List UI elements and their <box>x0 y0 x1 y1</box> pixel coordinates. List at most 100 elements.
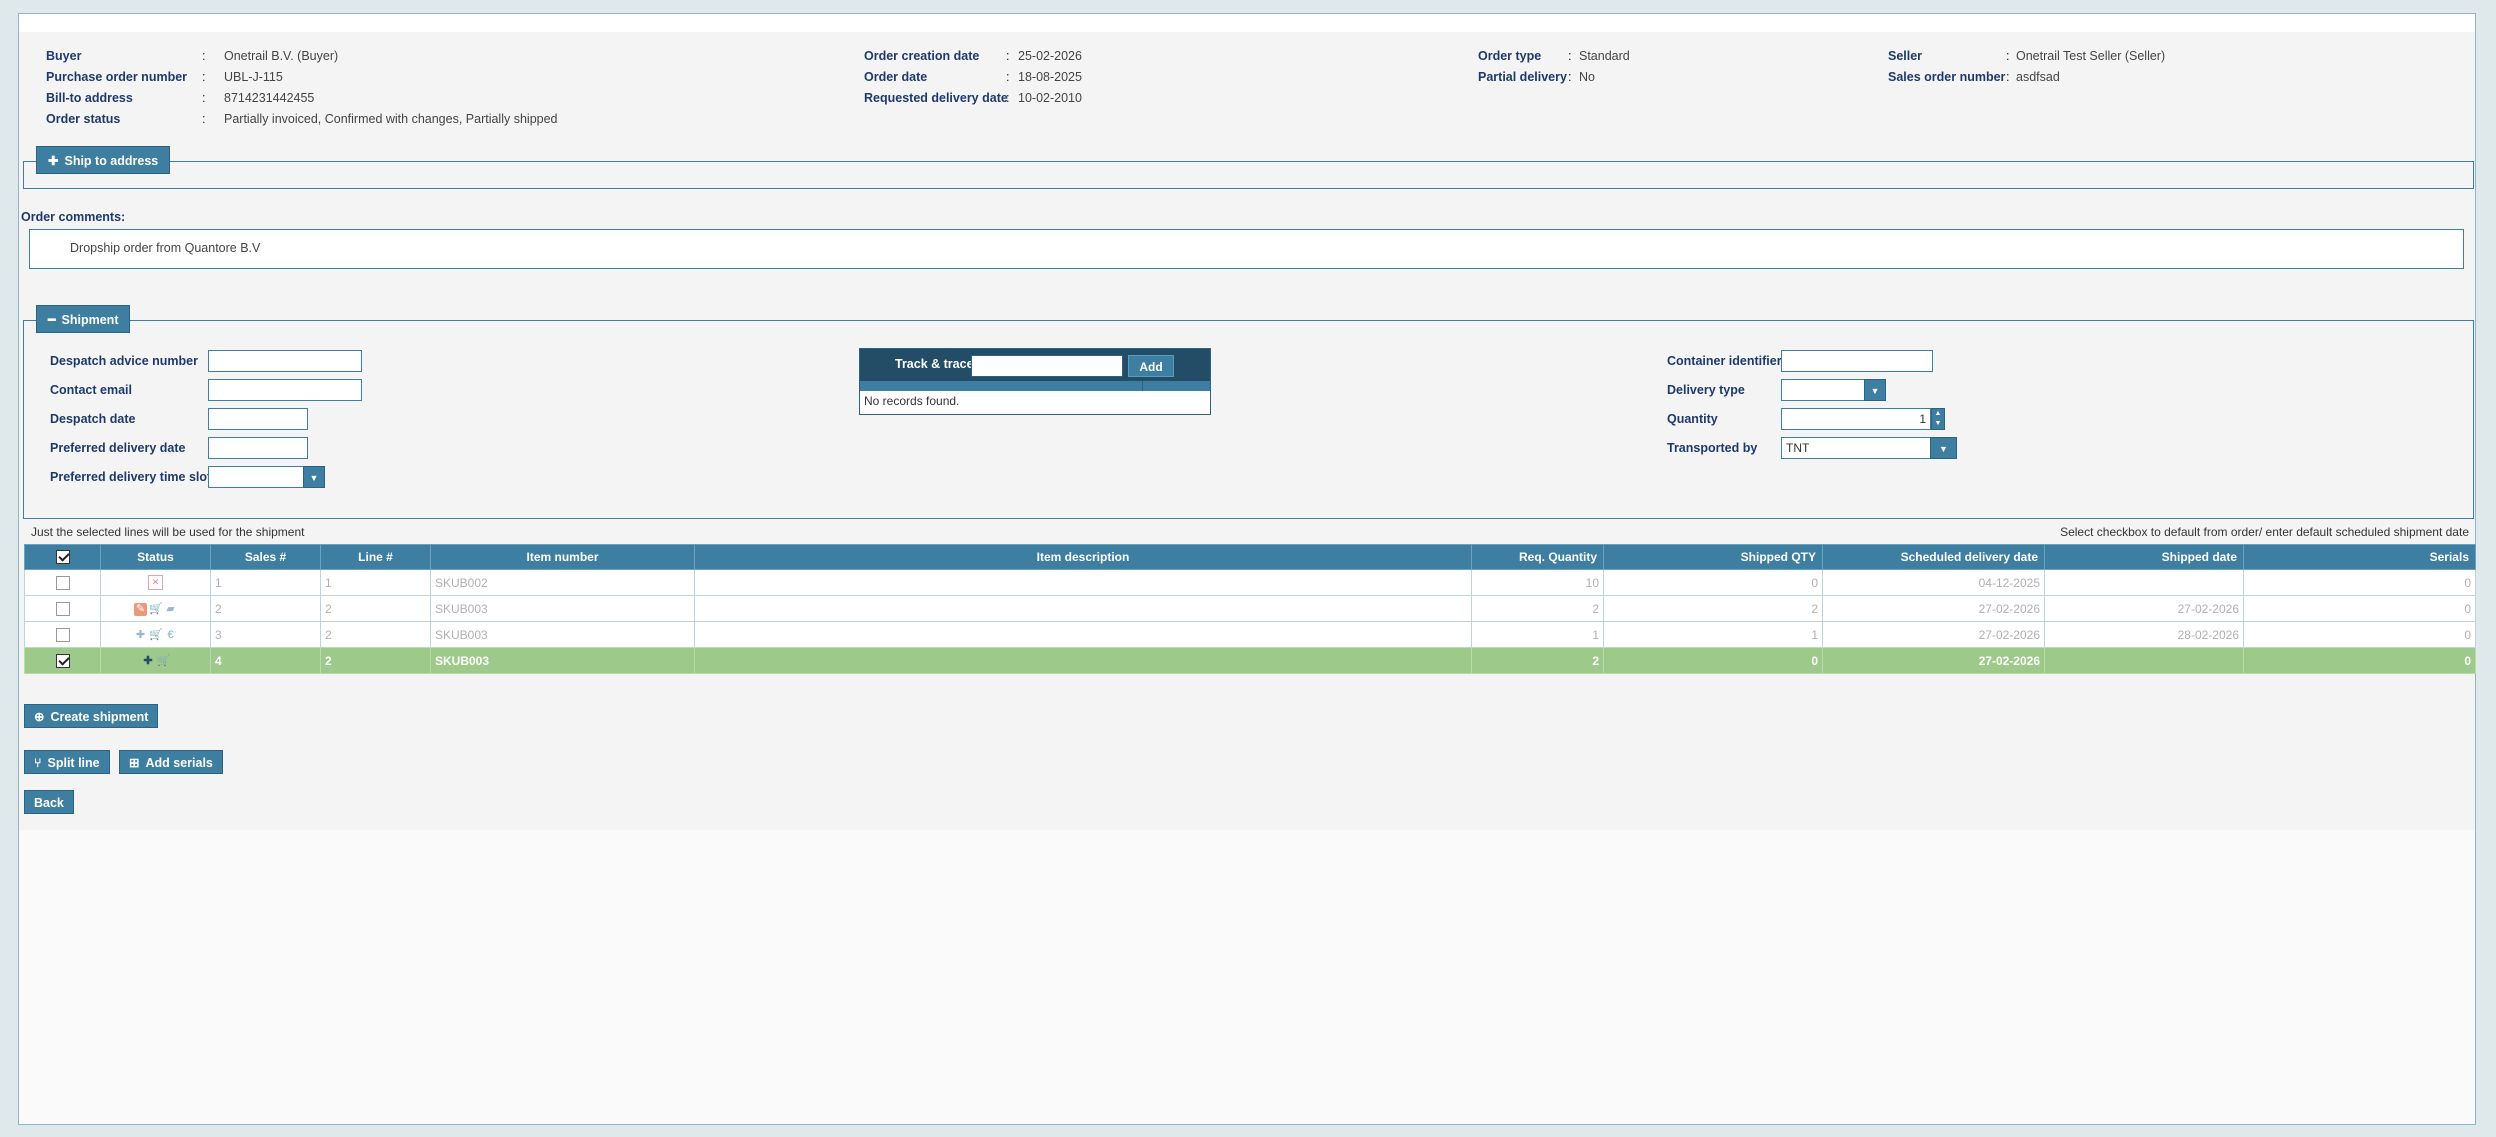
colon: : <box>2006 49 2010 63</box>
ship-to-label: Ship to address <box>64 154 159 168</box>
serials-header[interactable]: Serials <box>2243 544 2476 570</box>
despatch-advice-number-input[interactable] <box>208 350 362 372</box>
colon: : <box>1006 70 1010 84</box>
item-number-cell: SKUB002 <box>430 569 695 596</box>
line-cell: 2 <box>320 647 431 674</box>
split-line-button[interactable]: ⑂ Split line <box>24 750 110 774</box>
scheduled-date-cell[interactable]: 27-02-2026 <box>1822 647 2045 674</box>
table-row[interactable]: ✎ 🛒 ▰ 2 2 SKUB003 2 2 27-02-2026 27-02-2026 0 <box>24 595 2476 622</box>
chevron-down-icon[interactable]: ▼ <box>1930 437 1957 459</box>
row-checkbox[interactable] <box>55 575 70 590</box>
seller-value: Onetrail Test Seller (Seller) <box>2016 49 2166 63</box>
chevron-down-icon[interactable]: ▼ <box>1864 379 1886 401</box>
cart-icon: 🛒 <box>149 602 163 615</box>
back-button[interactable]: Back <box>24 790 74 814</box>
serials-cell: 0 <box>2243 621 2476 648</box>
ship-to-toggle-button[interactable]: ✚ Ship to address <box>36 146 171 174</box>
edit-icon: ✎ <box>134 602 147 616</box>
partial-delivery-value: No <box>1579 70 1595 84</box>
track-trace-panel: Track & trace Add No records found. <box>859 348 1211 415</box>
despatch-advice-number-label: Despatch advice number <box>50 354 198 368</box>
line-cell: 2 <box>320 621 431 648</box>
split-icon: ⑂ <box>34 756 42 770</box>
colon: : <box>1568 70 1572 84</box>
row-checkbox-cell[interactable] <box>24 595 101 622</box>
colon: : <box>202 112 206 126</box>
despatch-date-input[interactable] <box>208 408 308 430</box>
status-header[interactable]: Status <box>100 544 211 570</box>
select-all-checkbox[interactable] <box>24 544 101 570</box>
chevron-down-icon[interactable]: ▼ <box>303 466 325 488</box>
stepper-arrows-icon[interactable]: ▲ ▼ <box>1931 408 1945 430</box>
shipment-toggle-button[interactable]: ━ Shipment <box>36 305 131 333</box>
preferred-time-slot-select[interactable] <box>208 466 304 488</box>
order-status-label: Order status <box>46 112 121 126</box>
container-identifier-input[interactable] <box>1781 350 1933 372</box>
colon: : <box>1006 91 1010 105</box>
shipped-date-header[interactable]: Shipped date <box>2044 544 2244 570</box>
create-shipment-label: Create shipment <box>50 710 149 724</box>
item-number-cell: SKUB003 <box>430 621 695 648</box>
delivery-type-select[interactable] <box>1781 379 1865 401</box>
preferred-delivery-date-input[interactable] <box>208 437 308 459</box>
default-date-note: Select checkbox to default from order/ e… <box>2060 525 2469 539</box>
scheduled-date-cell[interactable]: 27-02-2026 <box>1822 595 2045 622</box>
track-trace-empty-text: No records found. <box>864 394 960 408</box>
table-row[interactable]: ✚ 🛒 €3 2 SKUB003 1 1 27-02-2026 28-02-2026 0 <box>24 621 2476 648</box>
sales-order-number-row: Sales order number : asdfsad <box>1888 67 2238 88</box>
cancel-icon: ✕ <box>148 575 163 591</box>
item-number-header[interactable]: Item number <box>430 544 695 570</box>
table-row[interactable]: ✕ 1 1 SKUB002 10 0 04-12-2025 0 <box>24 569 2476 596</box>
order-type-label: Order type <box>1478 49 1542 63</box>
shipped-qty-header[interactable]: Shipped QTY <box>1603 544 1823 570</box>
colon: : <box>1568 49 1572 63</box>
item-description-header[interactable]: Item description <box>694 544 1472 570</box>
shipped-date-cell: 27-02-2026 <box>2044 595 2244 622</box>
item-description-cell <box>694 569 1472 596</box>
req-quantity-header[interactable]: Req. Quantity <box>1471 544 1604 570</box>
serials-cell: 0 <box>2243 647 2476 674</box>
requested-delivery-label: Requested delivery date <box>864 91 1008 105</box>
sales-order-number-label: Sales order number <box>1888 70 2006 84</box>
sales-header[interactable]: Sales # <box>210 544 321 570</box>
quantity-stepper[interactable]: 1 <box>1781 408 1931 430</box>
checkbox-icon[interactable] <box>55 550 70 565</box>
row-checkbox[interactable] <box>55 601 70 616</box>
add-serials-button[interactable]: ⊞ Add serials <box>119 750 223 774</box>
delivery-type-label: Delivery type <box>1667 383 1745 397</box>
add-circle-icon: ⊕ <box>34 710 45 724</box>
requested-delivery-row: Requested delivery date : 10-02-2010 <box>864 88 1164 109</box>
row-checkbox[interactable] <box>55 653 70 668</box>
line-cell: 1 <box>320 569 431 596</box>
status-cell: ✚ 🛒 <box>100 647 211 674</box>
cart-icon: 🛒 <box>156 654 171 667</box>
shipment-label: Shipment <box>61 313 119 327</box>
track-trace-header: Track & trace Add <box>860 349 1210 381</box>
table-row[interactable]: ✚ 🛒 4 2 SKUB003 2 0 27-02-2026 0 <box>24 647 2476 674</box>
create-shipment-button[interactable]: ⊕ Create shipment <box>24 704 159 728</box>
truck-icon: ▰ <box>166 602 175 615</box>
row-checkbox-cell[interactable] <box>24 569 101 596</box>
scheduled-date-cell[interactable]: 27-02-2026 <box>1822 621 2045 648</box>
buyer-label: Buyer <box>46 49 82 63</box>
item-number-cell: SKUB003 <box>430 647 695 674</box>
req-quantity-cell: 1 <box>1471 621 1604 648</box>
track-trace-add-button[interactable]: Add <box>1128 355 1174 377</box>
row-checkbox-cell[interactable] <box>24 647 101 674</box>
contact-email-input[interactable] <box>208 379 362 401</box>
scheduled-date-header[interactable]: Scheduled delivery date <box>1822 544 2045 570</box>
shipment-fieldset <box>23 320 2474 519</box>
row-checkbox[interactable] <box>55 627 70 642</box>
row-checkbox-cell[interactable] <box>24 621 101 648</box>
line-header[interactable]: Line # <box>320 544 431 570</box>
order-date-row: Order date : 18-08-2025 <box>864 67 1164 88</box>
order-lines-table: Status Sales # Line # Item number Item d… <box>24 544 2476 674</box>
track-trace-input[interactable] <box>971 355 1123 377</box>
partial-delivery-row: Partial delivery : No <box>1478 67 1728 88</box>
ship-to-fieldset <box>23 161 2474 189</box>
scheduled-date-cell[interactable]: 04-12-2025 <box>1822 569 2045 596</box>
sales-cell: 4 <box>210 647 321 674</box>
transported-by-select[interactable]: TNT <box>1781 437 1931 459</box>
bill-to-label: Bill-to address <box>46 91 133 105</box>
cart-icon: 🛒 <box>149 628 163 641</box>
